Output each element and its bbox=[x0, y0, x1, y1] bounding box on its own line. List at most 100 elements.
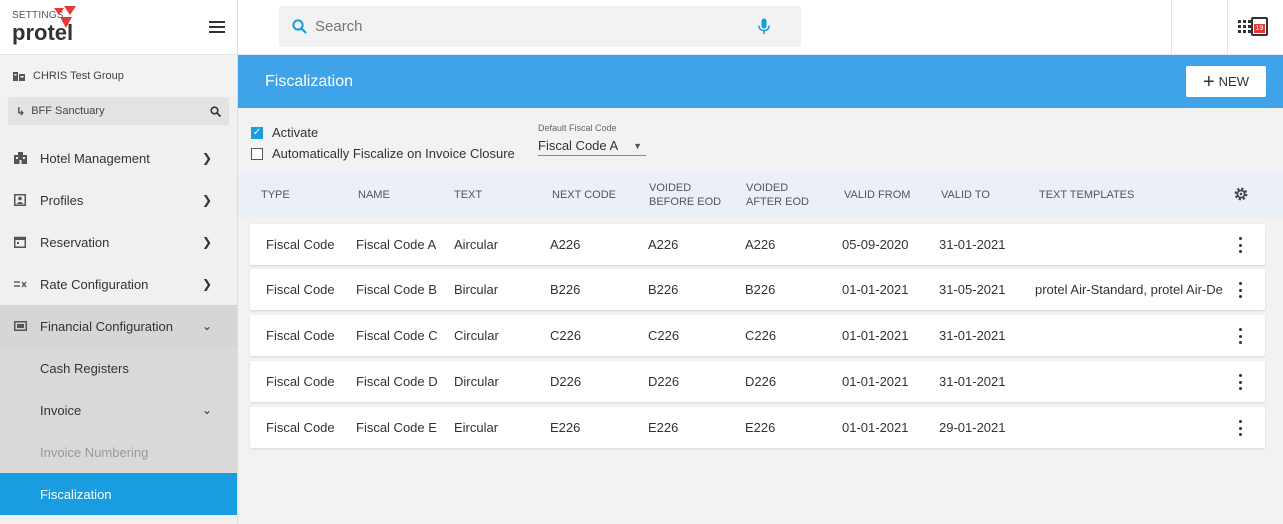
checkbox-unchecked-icon bbox=[251, 147, 263, 160]
row-menu-icon[interactable] bbox=[1235, 282, 1245, 298]
page-title: Fiscalization bbox=[265, 73, 354, 90]
table-row[interactable]: Fiscal Code Fiscal Code A Aircular A226 … bbox=[250, 224, 1265, 265]
protel-triangles-icon bbox=[54, 6, 76, 28]
cell-name: Fiscal Code B bbox=[356, 282, 437, 297]
cell-name: Fiscal Code D bbox=[356, 374, 438, 389]
cell-voided-before: B226 bbox=[648, 282, 679, 297]
row-menu-icon[interactable] bbox=[1235, 328, 1245, 344]
nav-label: Profiles bbox=[40, 192, 84, 208]
microphone-icon[interactable] bbox=[758, 18, 770, 35]
nav-label: Hotel Management bbox=[40, 150, 150, 166]
calendar-icon bbox=[13, 235, 27, 249]
new-button[interactable]: + NEW bbox=[1186, 66, 1266, 97]
col-next-code[interactable]: NEXT CODE bbox=[552, 188, 616, 202]
col-voided-after-line1: VOIDED bbox=[746, 182, 789, 194]
sidebar-item-reservation[interactable]: Reservation ❯ bbox=[0, 221, 237, 263]
gear-icon[interactable] bbox=[1233, 186, 1249, 202]
col-voided-before-eod[interactable]: VOIDED BEFORE EOD bbox=[649, 181, 721, 209]
calendar-day: 19 bbox=[1254, 24, 1265, 33]
row-menu-icon[interactable] bbox=[1235, 237, 1245, 253]
hotel-search-icon[interactable] bbox=[210, 105, 221, 117]
col-valid-to[interactable]: VALID TO bbox=[941, 188, 990, 202]
hotel-selector[interactable]: ↳ BFF Sanctuary bbox=[8, 97, 229, 125]
col-voided-after-eod[interactable]: VOIDED AFTER EOD bbox=[746, 181, 809, 209]
default-fiscal-code-value: Fiscal Code A bbox=[538, 138, 619, 153]
table-row[interactable]: Fiscal Code Fiscal Code B Bircular B226 … bbox=[250, 269, 1265, 310]
col-valid-from[interactable]: VALID FROM bbox=[844, 188, 910, 202]
cell-voided-after: C226 bbox=[745, 328, 777, 343]
row-menu-icon[interactable] bbox=[1235, 420, 1245, 436]
default-fiscal-code-select[interactable]: Fiscal Code A ▼ bbox=[538, 136, 646, 156]
sidebar-item-rate-configuration[interactable]: Rate Configuration ❯ bbox=[0, 263, 237, 305]
table-row[interactable]: Fiscal Code Fiscal Code C Circular C226 … bbox=[250, 315, 1265, 356]
chevron-right-icon: ❯ bbox=[201, 193, 212, 207]
cell-valid-to: 29-01-2021 bbox=[939, 420, 1006, 435]
cell-valid-to: 31-01-2021 bbox=[939, 374, 1006, 389]
cell-next-code: B226 bbox=[550, 282, 581, 297]
nav-label: Financial Configuration bbox=[40, 318, 173, 334]
filters-panel: ✓ Activate Automatically Fiscalize on In… bbox=[238, 108, 1283, 172]
cell-type: Fiscal Code bbox=[266, 328, 335, 343]
cell-type: Fiscal Code bbox=[266, 374, 335, 389]
cell-next-code: E226 bbox=[550, 420, 581, 435]
divider bbox=[1227, 0, 1228, 55]
search-box[interactable] bbox=[279, 6, 801, 47]
col-text[interactable]: TEXT bbox=[454, 188, 482, 202]
nav-label: Invoice Numbering bbox=[40, 444, 149, 460]
new-button-label: NEW bbox=[1218, 74, 1250, 89]
cell-next-code: A226 bbox=[550, 237, 581, 252]
nav-label: Invoice bbox=[40, 402, 82, 418]
col-voided-before-line1: VOIDED bbox=[649, 182, 692, 194]
default-fiscal-code-label: Default Fiscal Code bbox=[538, 123, 617, 133]
sidebar-item-profiles[interactable]: Profiles ❯ bbox=[0, 179, 237, 221]
cell-voided-before: A226 bbox=[648, 237, 679, 252]
chevron-right-icon: ❯ bbox=[201, 235, 212, 249]
table-row[interactable]: Fiscal Code Fiscal Code E Eircular E226 … bbox=[250, 407, 1265, 448]
dropdown-arrow-icon: ▼ bbox=[633, 140, 642, 151]
auto-fiscalize-checkbox[interactable]: Automatically Fiscalize on Invoice Closu… bbox=[251, 146, 515, 161]
search-input[interactable] bbox=[315, 18, 758, 35]
cell-valid-from: 01-01-2021 bbox=[842, 328, 909, 343]
cell-voided-before: C226 bbox=[648, 328, 680, 343]
sub-arrow-icon: ↳ bbox=[16, 105, 26, 118]
cell-next-code: C226 bbox=[550, 328, 582, 343]
org-group-label: CHRIS Test Group bbox=[33, 70, 124, 82]
activate-label: Activate bbox=[272, 125, 319, 140]
sidebar: SETTINGS protel CHRIS Test Group ↳ BFF S… bbox=[0, 0, 238, 524]
col-text-templates[interactable]: TEXT TEMPLATES bbox=[1039, 188, 1134, 202]
cell-text: Eircular bbox=[454, 420, 499, 435]
sidebar-item-cash-registers[interactable]: Cash Registers bbox=[0, 347, 237, 389]
sidebar-nav: Hotel Management ❯ Profiles ❯ Reservatio… bbox=[0, 137, 237, 515]
sidebar-item-invoice[interactable]: Invoice ⌄ bbox=[0, 389, 237, 431]
cell-voided-after: D226 bbox=[745, 374, 777, 389]
hotel-label: BFF Sanctuary bbox=[31, 105, 105, 117]
col-voided-before-line2: BEFORE EOD bbox=[649, 196, 722, 208]
activate-checkbox[interactable]: ✓ Activate bbox=[251, 125, 318, 140]
sidebar-item-financial-configuration[interactable]: Financial Configuration ⌄ bbox=[0, 305, 237, 347]
nav-label: Reservation bbox=[40, 234, 110, 250]
row-menu-icon[interactable] bbox=[1235, 374, 1245, 390]
cell-text: Aircular bbox=[454, 237, 499, 252]
divider bbox=[1171, 0, 1172, 55]
cell-valid-to: 31-05-2021 bbox=[939, 282, 1006, 297]
logo-row: SETTINGS protel bbox=[0, 0, 237, 55]
calendar-today-icon[interactable]: 19 bbox=[1251, 17, 1268, 36]
cell-valid-from: 01-01-2021 bbox=[842, 374, 909, 389]
cell-type: Fiscal Code bbox=[266, 237, 335, 252]
profile-icon bbox=[13, 193, 27, 207]
apps-grid-icon[interactable] bbox=[1238, 20, 1251, 33]
nav-label: Fiscalization bbox=[40, 486, 112, 502]
sidebar-item-invoice-numbering[interactable]: Invoice Numbering bbox=[0, 431, 237, 473]
table-row[interactable]: Fiscal Code Fiscal Code D Dircular D226 … bbox=[250, 361, 1265, 402]
menu-toggle-icon[interactable] bbox=[209, 21, 225, 33]
sidebar-item-hotel-management[interactable]: Hotel Management ❯ bbox=[0, 137, 237, 179]
chevron-down-icon: ⌄ bbox=[201, 319, 212, 333]
col-name[interactable]: NAME bbox=[358, 188, 390, 202]
chevron-right-icon: ❯ bbox=[201, 277, 212, 291]
cell-type: Fiscal Code bbox=[266, 420, 335, 435]
org-group: CHRIS Test Group bbox=[0, 55, 237, 97]
sidebar-item-fiscalization[interactable]: Fiscalization bbox=[0, 473, 237, 515]
cell-name: Fiscal Code A bbox=[356, 237, 437, 252]
col-type[interactable]: TYPE bbox=[261, 188, 290, 202]
cell-next-code: D226 bbox=[550, 374, 582, 389]
